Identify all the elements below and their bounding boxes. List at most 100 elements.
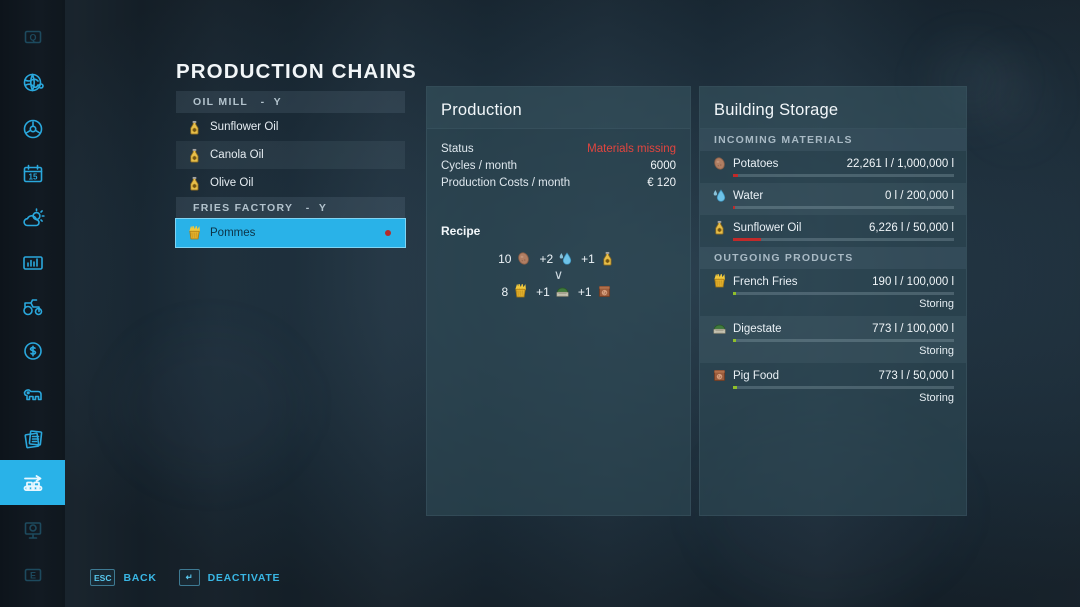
recipe-amount: +1 (581, 251, 595, 266)
storage-row-top: Digestate 773 l / 100,000 l (710, 321, 954, 336)
background-blur-3 (120, 330, 300, 480)
sidebar-item-finances[interactable] (0, 328, 65, 373)
globe-icon (20, 70, 46, 96)
storage-item-name: Digestate (733, 322, 782, 335)
storage-fill-bar (733, 206, 954, 209)
storage-section-header: OUTGOING PRODUCTS (700, 247, 966, 269)
chain-status-dot (385, 230, 391, 236)
sidebar-item-construction[interactable] (0, 507, 65, 552)
storage-row[interactable]: Potatoes 22,261 l / 1,000,000 l (700, 151, 966, 183)
chain-list-item[interactable]: Olive Oil (176, 169, 405, 197)
enter-key-icon: ↵ (178, 569, 200, 586)
sidebar-item-contracts[interactable] (0, 416, 65, 461)
chain-group-header: FRIES FACTORY - Y (176, 197, 405, 219)
conveyor-belt-icon (20, 470, 46, 496)
production-stat-label: Cycles / month (441, 160, 518, 172)
pig-food-icon (597, 284, 612, 299)
sidebar-item-weather[interactable] (0, 196, 65, 241)
key-q-icon: Q (20, 24, 46, 50)
potato-icon (710, 156, 728, 171)
production-panel-header: Production (427, 87, 690, 129)
chain-list-item[interactable]: Sunflower Oil (176, 113, 405, 141)
production-panel-title: Production (441, 101, 522, 119)
production-chain-list: OIL MILL - Y Sunflower Oil Canola Oil Olive… (175, 91, 406, 248)
recipe-diagram: 10 +2 +1 ∨ 8 +1 +1 (427, 251, 690, 299)
hint-back[interactable]: ESC BACK (90, 569, 157, 586)
tractor-icon (20, 294, 46, 320)
dollar-coin-icon (20, 338, 46, 364)
billboard-tree-icon (20, 517, 46, 543)
production-stat-value: 6000 (650, 160, 676, 172)
storage-item-name: Potatoes (733, 157, 779, 170)
oil-bottle-icon (184, 148, 204, 163)
storage-fill-bar (733, 292, 954, 295)
storage-fill-bar-value (733, 174, 738, 177)
french-fries-icon (513, 284, 528, 299)
storage-fill-bar-value (733, 339, 737, 342)
svg-text:15: 15 (28, 172, 37, 181)
storage-row[interactable]: Pig Food 773 l / 50,000 l Storing (700, 363, 966, 410)
storage-item-name: Sunflower Oil (733, 221, 802, 234)
recipe-amount: +2 (539, 251, 554, 266)
background-blur-2 (985, 55, 1045, 140)
storage-item-name: Water (733, 189, 764, 202)
sidebar-item-statistics[interactable] (0, 240, 65, 285)
storage-item-state: Storing (919, 345, 954, 357)
production-stat-row: Cycles / month 6000 (441, 160, 676, 177)
storage-fill-bar (733, 238, 954, 241)
sidebar-item-animals[interactable] (0, 371, 65, 416)
digestate-icon (555, 284, 570, 299)
key-e-icon: E (20, 562, 46, 588)
recipe-amount: +1 (536, 284, 550, 299)
storage-fill-bar (733, 174, 954, 177)
production-stat-label: Status (441, 143, 474, 155)
sidebar-item-vehicles[interactable] (0, 284, 65, 329)
storage-item-amount: 0 l / 200,000 l (884, 189, 954, 202)
page-title: PRODUCTION CHAINS (176, 60, 417, 83)
storage-row[interactable]: Sunflower Oil 6,226 l / 50,000 l (700, 215, 966, 247)
storage-item-amount: 773 l / 100,000 l (872, 322, 954, 335)
oil-bottle-icon (184, 176, 204, 191)
sidebar-item-help-key-q[interactable]: Q (0, 14, 65, 59)
sidebar-item-help-key-e[interactable]: E (0, 552, 65, 597)
storage-fill-bar (733, 339, 954, 342)
hint-label: BACK (123, 571, 157, 584)
production-panel: Production Status Materials missing Cycles… (426, 86, 691, 516)
chain-list-item[interactable]: Canola Oil (176, 141, 405, 169)
sidebar-item-production-chains[interactable] (0, 460, 65, 505)
calendar-15-icon: 15 (20, 161, 46, 187)
hint-deactivate[interactable]: ↵ DEACTIVATE (178, 569, 281, 586)
storage-row-top: Sunflower Oil 6,226 l / 50,000 l (710, 220, 954, 235)
bottom-hint-bar: ESC BACK ↵ DEACTIVATE (90, 569, 280, 586)
storage-fill-bar-value (733, 206, 736, 209)
storage-row[interactable]: Water 0 l / 200,000 l (700, 183, 966, 215)
oil-bottle-icon (184, 120, 204, 135)
storage-row-top: Pig Food 773 l / 50,000 l (710, 368, 954, 383)
storage-item-amount: 22,261 l / 1,000,000 l (846, 157, 954, 170)
storage-panel-header: Building Storage (700, 87, 966, 129)
chain-list-item-label: Olive Oil (210, 177, 254, 189)
production-stat-value: € 120 (647, 177, 676, 189)
chain-list-item-label: Sunflower Oil (210, 121, 279, 133)
recipe-amount: 10 (498, 251, 512, 266)
recipe-label: Recipe (441, 224, 481, 238)
potato-icon (516, 251, 531, 266)
water-drop-icon (558, 251, 573, 266)
production-stat-value: Materials missing (587, 143, 676, 155)
production-stats: Status Materials missing Cycles / month 600… (427, 129, 690, 194)
esc-key-icon: ESC (90, 569, 116, 586)
chain-list-item[interactable]: Pommes (175, 218, 406, 248)
steering-wheel-icon (20, 116, 46, 142)
storage-panel-title: Building Storage (714, 101, 839, 119)
storage-item-amount: 6,226 l / 50,000 l (868, 221, 954, 234)
storage-fill-bar-value (733, 292, 736, 295)
storage-row-top: Water 0 l / 200,000 l (710, 188, 954, 203)
sidebar-item-vehicles-steering[interactable] (0, 106, 65, 151)
sidebar-item-map-globe[interactable] (0, 60, 65, 105)
storage-fill-bar-value (733, 386, 738, 389)
sidebar-item-calendar[interactable]: 15 (0, 151, 65, 196)
storage-item-state: Storing (919, 392, 954, 404)
storage-row[interactable]: Digestate 773 l / 100,000 l Storing (700, 316, 966, 363)
storage-row[interactable]: French Fries 190 l / 100,000 l Storing (700, 269, 966, 316)
water-drop-icon (710, 188, 728, 203)
